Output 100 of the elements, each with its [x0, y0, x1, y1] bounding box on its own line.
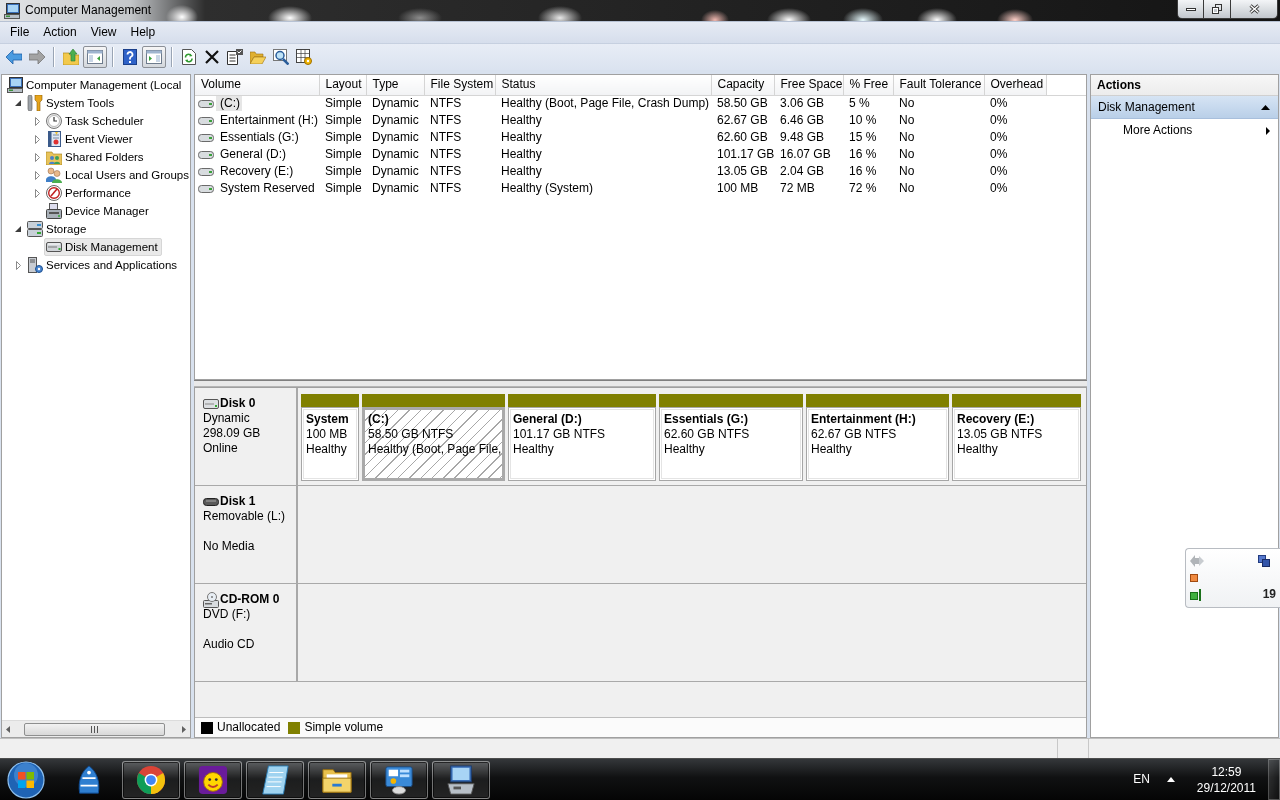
expand-arrow-icon[interactable]	[34, 188, 40, 198]
tree-item[interactable]: System Tools	[25, 94, 119, 112]
column-header[interactable]: % Free	[843, 75, 893, 95]
volume-block[interactable]: Recovery (E:) 13.05 GB NTFS Healthy	[952, 407, 1081, 481]
menu-item[interactable]: Action	[36, 24, 84, 41]
clock-time[interactable]: 12:59	[1196, 763, 1256, 780]
table-cell-text: Healthy	[500, 146, 543, 163]
close-button[interactable]	[1231, 0, 1278, 19]
minimize-button[interactable]	[1177, 0, 1204, 19]
column-header[interactable]: File System	[424, 75, 495, 95]
taskbar-app-button[interactable]	[184, 760, 242, 799]
table-cell[interactable]: System Reserved	[216, 181, 317, 196]
back-arrow-icon	[6, 50, 22, 64]
taskbar-app-button[interactable]	[122, 760, 180, 799]
volume-block[interactable]: Entertainment (H:) 62.67 GB NTFS Healthy	[806, 407, 949, 481]
menu-item[interactable]: File	[3, 24, 37, 41]
open-folder-icon	[250, 50, 266, 64]
column-header[interactable]: Type	[366, 75, 424, 95]
volume-size: 100 MB	[306, 427, 349, 442]
collapse-arrow-icon	[1261, 104, 1270, 110]
taskbar-app-button[interactable]	[370, 760, 428, 799]
tree-item[interactable]: Computer Management (Local	[5, 76, 186, 94]
tree-item[interactable]: Services and Applications	[25, 256, 182, 274]
volume-status: Healthy	[664, 442, 706, 457]
tree-item[interactable]: Shared Folders	[44, 148, 148, 166]
show-hidden-icons-button[interactable]	[1166, 777, 1175, 782]
tree-item[interactable]: Performance	[44, 184, 135, 202]
column-header[interactable]: Volume	[195, 75, 319, 95]
column-header[interactable]: Free Space	[774, 75, 843, 95]
column-header[interactable]: Capacity	[711, 75, 774, 95]
server-gear-icon	[27, 257, 43, 273]
expand-arrow-icon[interactable]	[34, 134, 40, 144]
volume-status: Healthy	[513, 442, 555, 457]
volume-block[interactable]: System 100 MB Healthy	[301, 407, 359, 481]
table-cell[interactable]: (C:)	[216, 96, 242, 112]
volume-size: 62.67 GB NTFS	[811, 427, 898, 442]
properties-button[interactable]	[224, 46, 246, 68]
volume-block[interactable]: General (D:) 101.17 GB NTFS Healthy	[508, 407, 656, 481]
table-cell-text: 72 %	[848, 180, 878, 197]
language-indicator[interactable]: EN	[1133, 772, 1150, 787]
grid-settings-button[interactable]	[293, 46, 315, 68]
actions-header: Actions	[1091, 75, 1278, 96]
expand-arrow-icon[interactable]	[34, 152, 40, 162]
column-header[interactable]: Status	[495, 75, 711, 95]
table-cell: No	[893, 95, 984, 112]
table-cell-text: NTFS	[429, 180, 463, 197]
tree-item[interactable]: Disk Management	[44, 238, 162, 256]
taskbar-app-button[interactable]	[432, 760, 490, 799]
tree-item[interactable]: Local Users and Groups	[44, 166, 193, 184]
scroll-right-icon[interactable]	[182, 725, 186, 733]
scrollbar-thumb[interactable]	[24, 722, 165, 736]
table-cell-text: 72 MB	[779, 180, 816, 197]
computer-icon	[7, 77, 23, 93]
tree-item[interactable]: Device Manager	[44, 202, 153, 220]
column-header[interactable]: Layout	[319, 75, 366, 95]
section-header[interactable]: Disk Management	[1091, 96, 1278, 119]
column-header[interactable]: Overhead	[984, 75, 1046, 95]
table-cell[interactable]: General (D:)	[216, 147, 289, 162]
action-item[interactable]: More Actions	[1091, 119, 1278, 142]
tree-item[interactable]: Storage	[25, 220, 91, 238]
action-pane-toggle-button[interactable]	[142, 46, 166, 68]
tree-item[interactable]: Task Scheduler	[44, 112, 148, 130]
up-button[interactable]	[60, 46, 82, 68]
clock-date[interactable]: 29/12/2011	[1196, 779, 1256, 796]
shared-folder-icon	[46, 149, 62, 165]
expand-arrow-icon[interactable]	[34, 170, 40, 180]
menu-item[interactable]: View	[83, 24, 124, 41]
collapse-arrow-icon[interactable]	[15, 100, 21, 106]
table-cell[interactable]: Recovery (E:)	[216, 164, 296, 179]
table-cell[interactable]: Entertainment (H:)	[216, 113, 321, 128]
volume-block[interactable]: (C:) 58.50 GB NTFS Healthy (Boot, Page File,	[362, 407, 505, 481]
cd-drive-icon	[203, 591, 219, 608]
find-button[interactable]	[270, 46, 292, 68]
smiley-icon	[198, 764, 228, 795]
column-header[interactable]: Fault Tolerance	[893, 75, 984, 95]
scroll-left-icon[interactable]	[6, 725, 10, 733]
expand-arrow-icon[interactable]	[34, 116, 40, 126]
dial-icon	[46, 185, 62, 201]
restore-button[interactable]	[1204, 0, 1231, 19]
storage-icon	[27, 221, 43, 237]
table-cell-text: Dynamic	[371, 163, 420, 180]
table-cell-text: 2.04 GB	[779, 163, 826, 180]
delete-icon	[205, 50, 219, 64]
properties-icon	[227, 49, 243, 65]
volume-block[interactable]: Essentials (G:) 62.60 GB NTFS Healthy	[659, 407, 803, 481]
collapse-arrow-icon[interactable]	[15, 226, 21, 232]
taskbar-app-button[interactable]	[246, 760, 304, 799]
tree-item[interactable]: Event Viewer	[44, 130, 137, 148]
table-cell[interactable]: Essentials (G:)	[216, 130, 301, 145]
widget-text: 19	[1262, 587, 1277, 602]
expand-arrow-icon[interactable]	[15, 260, 21, 270]
taskbar-app-button[interactable]	[308, 760, 366, 799]
horizontal-scrollbar[interactable]	[2, 720, 190, 737]
table-cell-text: 101.17 GB	[716, 146, 774, 163]
show-desktop-button[interactable]	[1268, 759, 1280, 800]
menu-item[interactable]: Help	[123, 24, 163, 41]
console-tree-toggle-button[interactable]	[83, 46, 107, 68]
pane-splitter[interactable]	[194, 380, 1087, 387]
drive-icon	[198, 133, 214, 142]
table-cell: NTFS	[424, 95, 495, 112]
